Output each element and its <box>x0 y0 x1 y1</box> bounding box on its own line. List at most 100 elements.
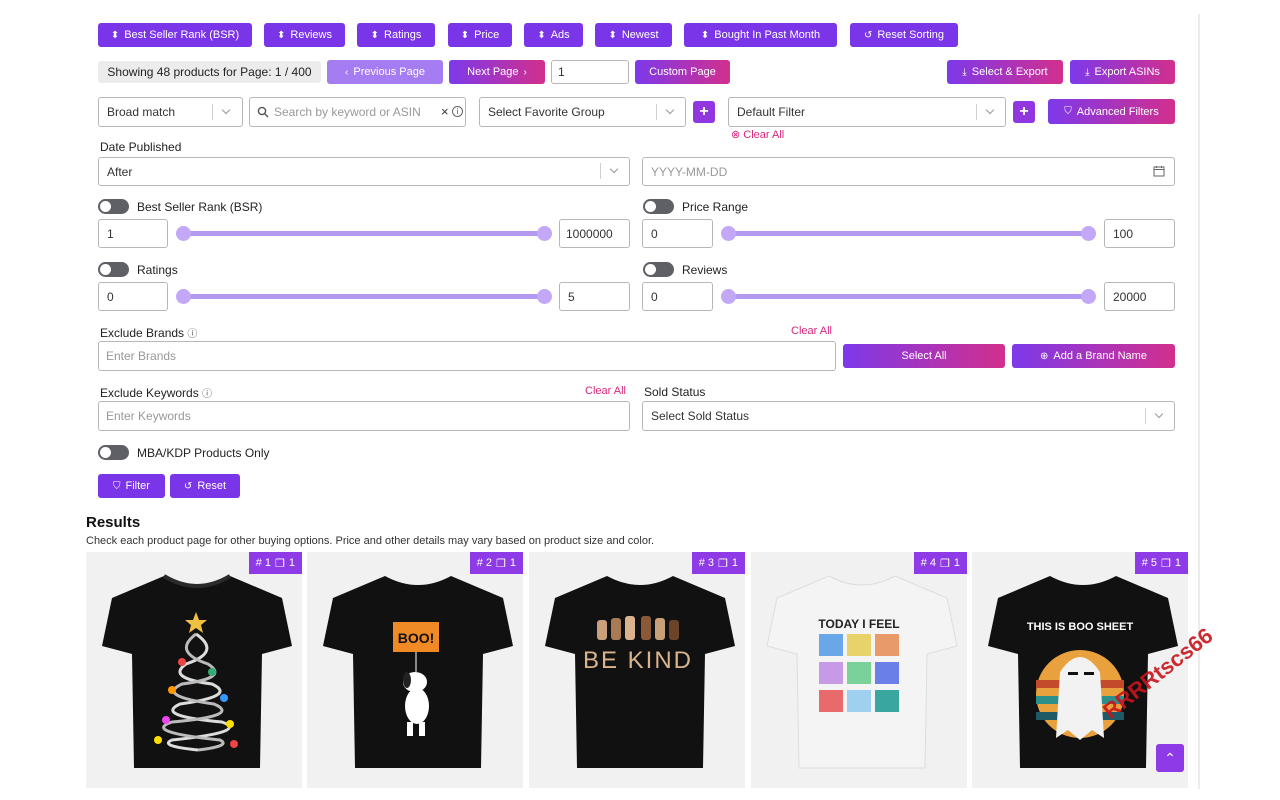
ratings-slider-track[interactable] <box>183 294 544 299</box>
next-page-button[interactable]: Next Page › <box>449 60 545 84</box>
product-card[interactable]: # 3 ❐ 1 BE KIND <box>529 552 745 788</box>
keyword-search-input[interactable]: Search by keyword or ASIN <box>249 97 466 127</box>
scroll-to-top-button[interactable]: ⌃ <box>1156 744 1184 772</box>
filter-icon: ⛉ <box>113 480 121 492</box>
reviews-max-input[interactable]: 20000 <box>1104 282 1175 311</box>
bsr-slider-track[interactable] <box>183 231 544 236</box>
sort-ratings-button[interactable]: ⬍ Ratings <box>357 23 435 47</box>
reviews-min-input[interactable]: 0 <box>642 282 713 311</box>
mba-kdp-toggle[interactable] <box>98 445 129 460</box>
sold-status-select[interactable]: Select Sold Status <box>642 401 1175 431</box>
calendar-icon[interactable] <box>1153 165 1165 177</box>
product-card[interactable]: # 1 ❐ 1 <box>86 552 302 788</box>
clear-search-icon[interactable]: × <box>441 104 449 119</box>
price-min-input[interactable]: 0 <box>642 219 713 248</box>
sort-icon: ⬍ <box>370 29 380 41</box>
bsr-slider-min-handle[interactable] <box>176 226 191 241</box>
select-divider <box>976 104 977 120</box>
select-divider <box>600 163 601 179</box>
sort-price-button[interactable]: ⬍ Price <box>448 23 512 47</box>
select-divider <box>1145 408 1146 424</box>
sort-icon: ⬍ <box>700 29 710 41</box>
info-icon[interactable]: ⓘ <box>202 389 212 400</box>
rank-badge: # 3 ❐ 1 <box>691 552 745 574</box>
price-slider-min-handle[interactable] <box>721 226 736 241</box>
sort-ads-button[interactable]: ⬍ Ads <box>524 23 583 47</box>
bsr-min-input[interactable]: 1 <box>98 219 168 248</box>
info-icon[interactable]: i <box>452 106 463 117</box>
product-image[interactable]: BE KIND <box>545 572 735 772</box>
ratings-slider-min-handle[interactable] <box>176 289 191 304</box>
clear-circle-icon: ⊗ <box>731 129 744 141</box>
ratings-toggle[interactable] <box>98 262 129 277</box>
search-icon <box>257 106 269 118</box>
design-text: THIS IS BOO SHEET <box>1027 621 1134 633</box>
sort-reviews-button[interactable]: ⬍ Reviews <box>264 23 345 47</box>
sort-icon: ⬍ <box>277 29 286 41</box>
download-icon: ⤓ <box>1085 66 1090 78</box>
date-input[interactable]: YYYY-MM-DD <box>642 157 1175 186</box>
chevron-left-icon: ‹ <box>345 66 349 78</box>
info-icon[interactable]: ⓘ <box>187 329 197 340</box>
price-range-toggle[interactable] <box>643 199 674 214</box>
sort-newest-button[interactable]: ⬍ Newest <box>595 23 672 47</box>
exclude-keywords-clear-link[interactable]: Clear All <box>585 385 626 397</box>
ratings-label: Ratings <box>137 263 178 277</box>
select-divider <box>212 104 213 120</box>
ratings-max-input[interactable]: 5 <box>559 282 630 311</box>
advanced-filters-button[interactable]: ⛉ Advanced Filters <box>1048 99 1175 124</box>
reviews-label: Reviews <box>682 263 728 277</box>
price-slider-track[interactable] <box>728 231 1089 236</box>
reset-sorting-button[interactable]: ↺ Reset Sorting <box>850 23 958 47</box>
ratings-min-input[interactable]: 0 <box>98 282 168 311</box>
design-text: BOO! <box>398 630 435 646</box>
add-filter-button[interactable]: + <box>1013 101 1035 123</box>
scroll-edge-divider <box>1198 14 1200 789</box>
product-card[interactable]: # 4 ❐ 1 TODAY I FEEL <box>751 552 967 788</box>
previous-page-button[interactable]: ‹ Previous Page <box>327 60 443 84</box>
product-image[interactable]: TODAY I FEEL <box>767 572 957 772</box>
exclude-keywords-input[interactable]: Enter Keywords <box>98 401 630 431</box>
exclude-brands-input[interactable]: Enter Brands <box>98 341 836 371</box>
reviews-slider-min-handle[interactable] <box>721 289 736 304</box>
date-mode-select[interactable]: After <box>98 157 630 186</box>
exclude-brands-clear-link[interactable]: Clear All <box>791 325 832 337</box>
showing-products-text: Showing 48 products for Page: 1 / 400 <box>98 61 321 83</box>
reset-button[interactable]: ↺ Reset <box>170 474 240 498</box>
reviews-toggle[interactable] <box>643 262 674 277</box>
favorite-group-select[interactable]: Select Favorite Group <box>479 97 686 127</box>
download-icon: ⤓ <box>962 66 967 78</box>
match-type-select[interactable]: Broad match <box>98 97 243 127</box>
rank-badge: # 5 ❐ 1 <box>1134 552 1188 574</box>
bsr-toggle[interactable] <box>98 199 129 214</box>
reviews-slider-max-handle[interactable] <box>1081 289 1096 304</box>
bsr-label: Best Seller Rank (BSR) <box>137 200 263 214</box>
sort-bsr-button[interactable]: ⬍ Best Seller Rank (BSR) <box>98 23 252 47</box>
custom-page-button[interactable]: Custom Page <box>635 60 730 84</box>
filter-button[interactable]: ⛉ Filter <box>98 474 165 498</box>
reviews-slider-track[interactable] <box>728 294 1089 299</box>
product-image[interactable] <box>102 572 292 772</box>
price-max-input[interactable]: 100 <box>1104 219 1175 248</box>
sort-icon: ⬍ <box>608 29 617 41</box>
saved-filter-select[interactable]: Default Filter <box>728 97 1006 127</box>
select-all-brands-button[interactable]: Select All <box>843 344 1005 368</box>
clear-all-filters-link[interactable]: ⊗ Clear All <box>731 128 784 141</box>
export-asins-button[interactable]: ⤓ Export ASINs <box>1070 60 1175 84</box>
product-research-page: ⬍ Best Seller Rank (BSR) ⬍ Reviews ⬍ Rating… <box>0 0 1280 800</box>
product-card[interactable]: # 2 ❐ 1 BOO! <box>307 552 523 788</box>
ratings-slider-max-handle[interactable] <box>537 289 552 304</box>
reset-icon: ↺ <box>863 29 873 41</box>
mba-kdp-label: MBA/KDP Products Only <box>137 446 270 460</box>
add-brand-name-button[interactable]: ⊕ Add a Brand Name <box>1012 344 1175 368</box>
product-image[interactable]: BOO! <box>323 572 513 772</box>
select-export-button[interactable]: ⤓ Select & Export <box>947 60 1063 84</box>
copy-icon: ❐ <box>718 557 728 570</box>
sort-bought-past-month-button[interactable]: ⬍ Bought In Past Month <box>684 23 837 47</box>
results-title: Results <box>86 514 141 531</box>
bsr-max-input[interactable]: 1000000 <box>559 219 630 248</box>
price-slider-max-handle[interactable] <box>1081 226 1096 241</box>
page-number-input[interactable]: 1 <box>551 60 629 84</box>
add-favorite-group-button[interactable]: + <box>693 101 715 123</box>
bsr-slider-max-handle[interactable] <box>537 226 552 241</box>
